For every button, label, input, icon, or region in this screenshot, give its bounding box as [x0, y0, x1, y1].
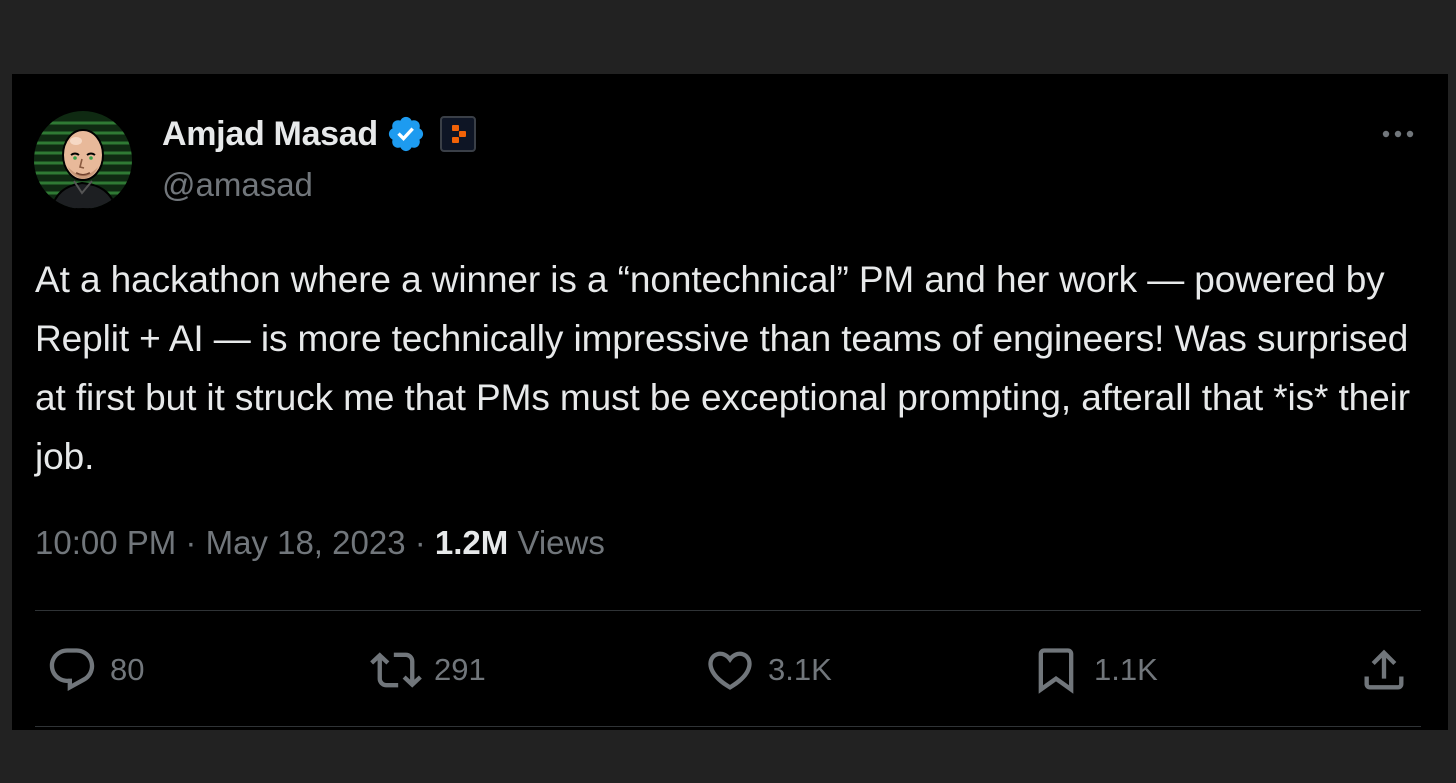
meta-separator: · — [176, 524, 206, 561]
reply-button[interactable]: 80 — [46, 644, 144, 696]
tweet-date[interactable]: May 18, 2023 — [206, 524, 406, 561]
reply-count: 80 — [110, 652, 145, 687]
bookmark-icon — [1038, 648, 1074, 694]
like-count: 3.1K — [768, 652, 832, 687]
divider-top — [35, 610, 1421, 611]
bookmark-button[interactable]: 1.1K — [1030, 644, 1158, 696]
verified-badge-icon[interactable] — [386, 114, 426, 154]
heart-icon — [708, 651, 752, 690]
bookmark-count: 1.1K — [1094, 652, 1158, 687]
tweet-text: At a hackathon where a winner is a “nont… — [35, 259, 1410, 477]
views-count[interactable]: 1.2M — [435, 524, 508, 561]
author-name-row: Amjad Masad — [162, 114, 476, 154]
meta-separator: · — [405, 524, 435, 561]
repost-count: 291 — [434, 652, 486, 687]
tweet-time[interactable]: 10:00 PM — [35, 524, 176, 561]
tweet-meta: 10:00 PM · May 18, 2023 · 1.2M Views — [35, 524, 605, 562]
tweet-card: Amjad Masad @amasad At a hackathon where… — [12, 74, 1448, 730]
reply-icon — [49, 648, 95, 692]
divider-bottom — [35, 726, 1421, 727]
avatar-illustration — [34, 111, 132, 209]
share-button[interactable] — [1358, 644, 1410, 696]
share-icon — [1364, 649, 1404, 690]
repost-button[interactable]: 291 — [370, 644, 486, 696]
author-name[interactable]: Amjad Masad — [162, 115, 378, 154]
repost-icon — [370, 652, 422, 688]
like-button[interactable]: 3.1K — [704, 644, 832, 696]
views-label: Views — [508, 524, 605, 561]
author-avatar[interactable] — [34, 111, 132, 209]
more-options-icon[interactable] — [1378, 122, 1418, 146]
author-handle[interactable]: @amasad — [162, 166, 313, 204]
replit-logo-icon[interactable] — [439, 116, 476, 152]
